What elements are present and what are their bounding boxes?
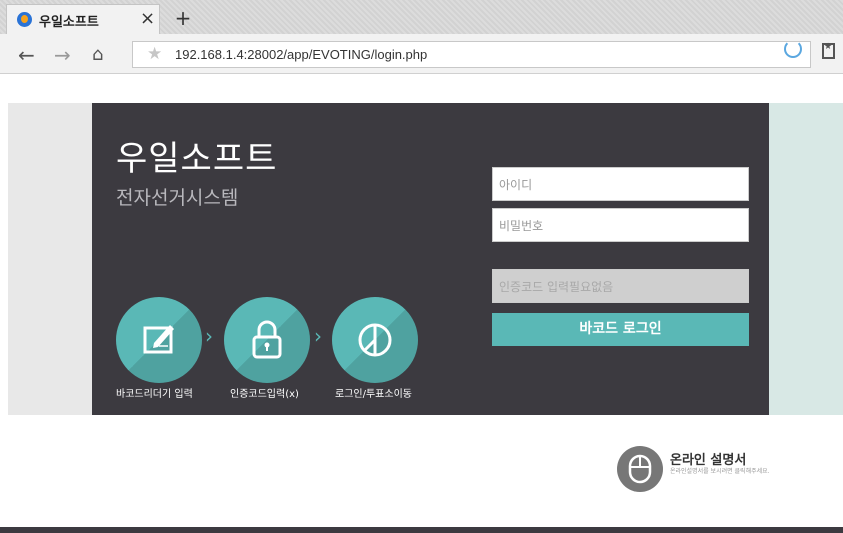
chevron-right-icon: ›: [314, 324, 322, 348]
step-label: 바코드리더기 입력: [116, 389, 193, 400]
tab-close-button[interactable]: ×: [140, 8, 155, 29]
browser-tab[interactable]: 우일소프트 ×: [6, 4, 160, 34]
step-label: 로그인/투표소이동: [335, 389, 412, 400]
manual-description: 온라인설명서를 보시려면 클릭해주세요.: [670, 468, 770, 475]
tab-bar: 우일소프트 × +: [0, 0, 843, 34]
url-text[interactable]: 192.168.1.4:28002/app/EVOTING/login.php: [175, 47, 427, 62]
brand-title: 우일소프트: [116, 139, 278, 179]
barcode-login-button[interactable]: 바코드 로그인: [492, 313, 749, 346]
tab-title: 우일소프트: [39, 15, 99, 30]
back-icon[interactable]: ←: [18, 43, 35, 67]
manual-title: 온라인 설명서: [670, 453, 747, 468]
brand-subtitle: 전자선거시스템: [116, 187, 239, 209]
step-auth-code: [224, 297, 310, 383]
star-icon[interactable]: ★: [147, 44, 162, 64]
edit-icon: [143, 325, 174, 354]
password-input[interactable]: 비밀번호: [492, 208, 749, 242]
lock-icon: [252, 320, 282, 359]
forward-icon[interactable]: →: [54, 43, 71, 67]
chevron-right-icon: ›: [205, 324, 213, 348]
auth-code-input: 인증코드 입력필요없음: [492, 269, 749, 303]
mouse-icon: [617, 446, 663, 492]
right-band: [769, 103, 843, 415]
pie-icon: [358, 323, 392, 357]
login-panel: 우일소프트 전자선거시스템 › 바코드리더기 입력 › 인증코드입력(x) 로그…: [92, 103, 769, 415]
id-input[interactable]: 아이디: [492, 167, 749, 201]
left-band: [8, 103, 92, 415]
footer-bar: [0, 527, 843, 533]
bookmark-icon[interactable]: [822, 42, 835, 59]
home-icon[interactable]: ⌂: [92, 44, 103, 65]
step-label: 인증코드입력(x): [230, 389, 299, 400]
reload-icon[interactable]: [784, 40, 802, 58]
online-manual-link[interactable]: 온라인 설명서 온라인설명서를 보시려면 클릭해주세요.: [617, 446, 787, 496]
step-login-move: [332, 297, 418, 383]
browser-toolbar: ← → ⌂ ★ 192.168.1.4:28002/app/EVOTING/lo…: [0, 34, 843, 74]
step-barcode: [116, 297, 202, 383]
favicon-icon: [17, 12, 32, 27]
new-tab-button[interactable]: +: [168, 4, 198, 34]
address-bar[interactable]: ★ 192.168.1.4:28002/app/EVOTING/login.ph…: [132, 41, 811, 68]
